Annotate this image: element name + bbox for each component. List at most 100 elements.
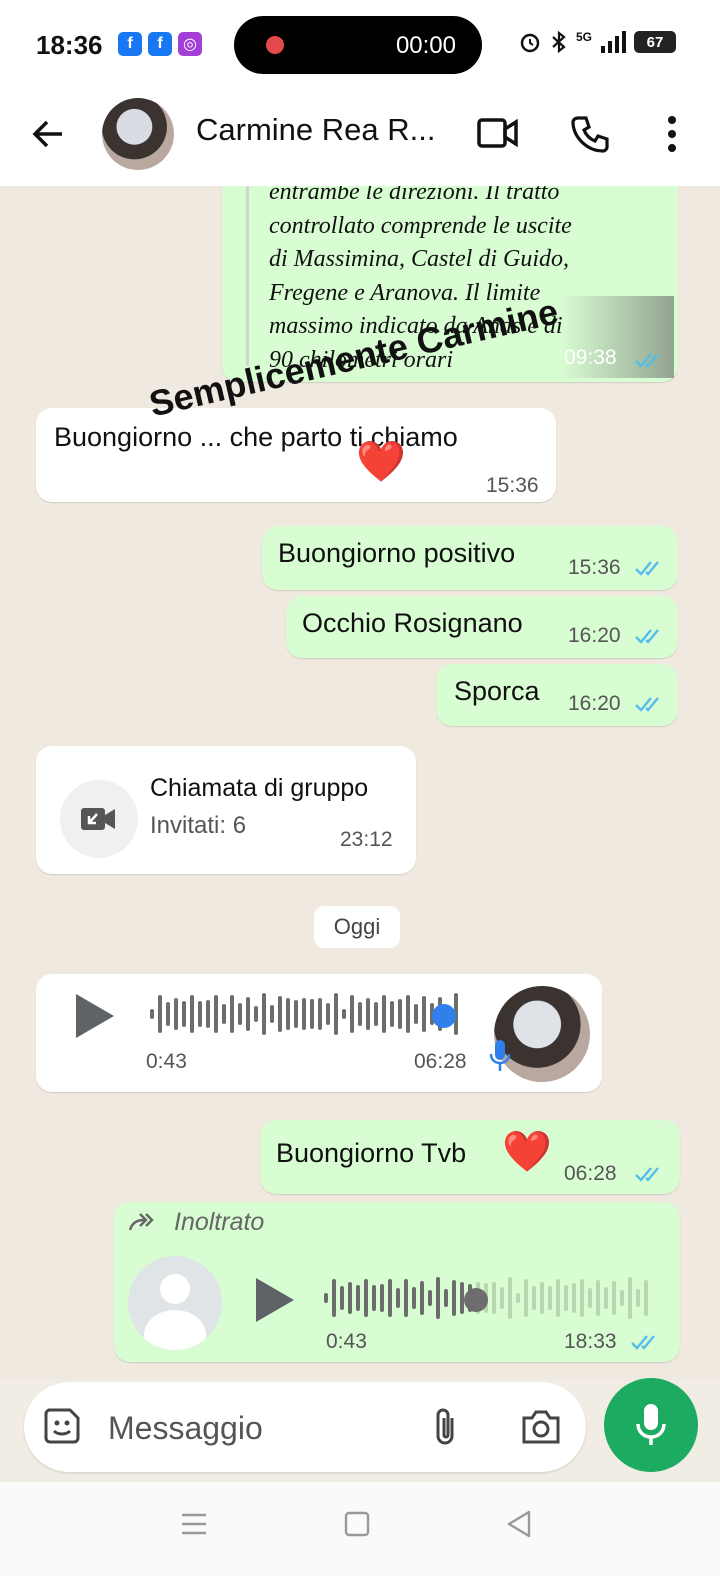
waveform-bar (420, 1281, 424, 1315)
waveform-bar (182, 1001, 186, 1027)
waveform-bar (372, 1284, 376, 1312)
waveform-bar (318, 998, 322, 1030)
waveform-bar (628, 1277, 632, 1319)
message-time: 23:12 (340, 828, 393, 851)
article-line: entrambe le direzioni. Il tratto (269, 186, 560, 205)
contact-avatar[interactable] (102, 98, 174, 170)
waveform-bar (404, 1279, 408, 1317)
waveform-bar (564, 1284, 568, 1312)
read-ticks-icon (635, 353, 659, 368)
playback-knob[interactable] (464, 1288, 488, 1312)
waveform-bar (612, 1281, 616, 1315)
waveform-bar (620, 1290, 624, 1306)
waveform-bar (444, 1288, 448, 1308)
mic-icon (489, 1040, 511, 1071)
waveform-bar (380, 1283, 384, 1313)
read-ticks-icon (635, 561, 659, 576)
missed-video-call-icon (81, 808, 115, 830)
read-ticks-icon (635, 697, 659, 712)
more-vertical-icon[interactable] (664, 114, 680, 154)
heart-emoji: ❤️ (502, 1130, 552, 1174)
forwarded-voice-message[interactable]: Inoltrato 0:43 18:33 (114, 1202, 680, 1362)
waveform-bar (158, 995, 162, 1033)
waveform-bar (414, 1003, 418, 1025)
waveform-bar (174, 997, 178, 1031)
waveform-bar (548, 1285, 552, 1311)
message-time: 16:20 (568, 624, 621, 647)
waveform-bar (230, 995, 234, 1033)
play-icon[interactable] (76, 994, 114, 1038)
waveform-bar (398, 999, 402, 1029)
waveform-bar (382, 995, 386, 1033)
waveform-bar (348, 1281, 352, 1315)
waveform-bar (238, 1003, 242, 1025)
home-icon[interactable] (344, 1511, 370, 1537)
heart-emoji: ❤️ (356, 440, 406, 484)
incoming-voice-message[interactable]: 0:43 06:28 (36, 974, 602, 1092)
voice-duration: 0:43 (326, 1330, 367, 1353)
waveform-bar (500, 1287, 504, 1309)
date-separator: Oggi (314, 906, 400, 948)
waveform-bar (342, 1008, 346, 1020)
waveform-bar (166, 1001, 170, 1027)
waveform-bar (150, 1009, 154, 1019)
attach-icon[interactable] (430, 1406, 460, 1448)
play-icon[interactable] (256, 1278, 294, 1322)
waveform-bar (396, 1288, 400, 1308)
message-input[interactable] (108, 1408, 408, 1448)
waveform-bar (604, 1286, 608, 1310)
camera-icon[interactable] (520, 1408, 562, 1446)
waveform-bar (334, 993, 338, 1035)
waveform-bar (278, 996, 282, 1032)
waveform-bar (294, 1000, 298, 1028)
record-voice-button[interactable] (604, 1378, 698, 1472)
waveform-bar (326, 1003, 330, 1025)
default-avatar (128, 1256, 222, 1350)
voice-waveform[interactable] (150, 990, 458, 1038)
read-ticks-icon (635, 629, 659, 644)
waveform-bar (350, 995, 354, 1033)
phone-icon[interactable] (570, 114, 610, 154)
screen-recording-pill[interactable]: 00:00 (234, 16, 482, 74)
waveform-bar (340, 1285, 344, 1311)
group-call-title: Chiamata di gruppo (150, 774, 369, 802)
waveform-bar (412, 1287, 416, 1309)
chat-header: Carmine Rea R... (0, 90, 720, 186)
back-arrow-icon[interactable] (30, 116, 66, 152)
video-call-icon[interactable] (476, 114, 520, 152)
message-time: 15:36 (568, 556, 621, 579)
read-ticks-icon (631, 1335, 655, 1350)
waveform-bar (270, 1004, 274, 1024)
waveform-bar (262, 993, 266, 1035)
waveform-bar (636, 1289, 640, 1307)
contact-name[interactable]: Carmine Rea R... (196, 112, 446, 148)
status-time: 18:36 (36, 30, 103, 60)
back-icon[interactable] (506, 1510, 532, 1538)
network-type: 5G (575, 30, 592, 44)
status-bar: 18:36 f f ◎ 00:00 5G 67 (0, 0, 720, 90)
article-line: di Massimina, Castel di Guido, (269, 246, 570, 272)
alarm-icon (520, 33, 540, 53)
waveform-bar (198, 1000, 202, 1028)
article-line: controllato comprende le uscite (269, 212, 572, 239)
group-call-bubble[interactable]: Chiamata di gruppo Invitati: 6 23:12 (36, 746, 416, 874)
waveform-bar (492, 1282, 496, 1314)
menu-icon[interactable] (180, 1512, 208, 1536)
waveform-bar (532, 1286, 536, 1310)
status-indicators: 5G 67 (518, 30, 676, 54)
playback-knob[interactable] (432, 1004, 456, 1028)
facebook-icon: f (148, 32, 172, 56)
waveform-bar (428, 1289, 432, 1307)
battery-icon: 67 (634, 31, 676, 53)
forward-icon (128, 1213, 154, 1231)
waveform-bar (246, 997, 250, 1031)
waveform-bar (324, 1293, 328, 1303)
waveform-bar (310, 998, 314, 1030)
chat-messages[interactable]: entrambe le direzioni. Il tratto control… (0, 186, 720, 1380)
waveform-bar (406, 994, 410, 1034)
sticker-icon[interactable] (42, 1406, 82, 1446)
status-app-icons: f f ◎ (118, 32, 202, 56)
message-text: Buongiorno Tvb (276, 1138, 467, 1168)
waveform-bar (332, 1279, 336, 1317)
waveform-bar (190, 995, 194, 1033)
